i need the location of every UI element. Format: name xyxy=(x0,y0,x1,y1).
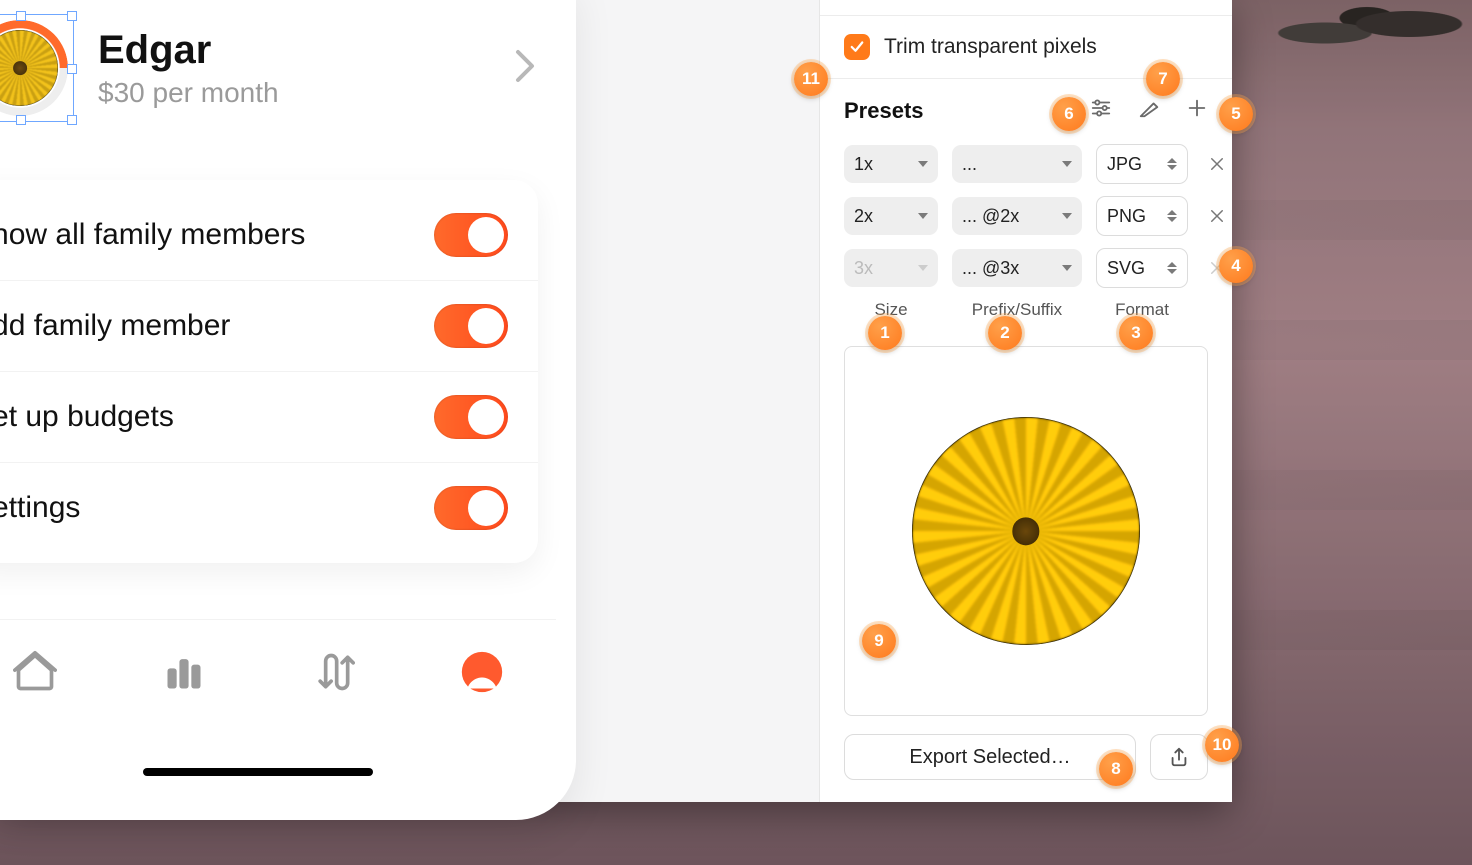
caret-icon xyxy=(918,265,928,271)
callout-3: 3 xyxy=(1119,316,1153,350)
caret-icon xyxy=(1062,161,1072,167)
chevron-right-icon[interactable] xyxy=(514,48,536,89)
format-value: JPG xyxy=(1107,154,1142,175)
suffix-select[interactable]: ... @3x xyxy=(952,249,1082,287)
export-label: Export Selected… xyxy=(909,746,1070,769)
format-value: SVG xyxy=(1107,258,1145,279)
tab-stats[interactable] xyxy=(162,650,206,699)
setting-show-all-family[interactable]: Show all family members xyxy=(0,190,538,280)
resize-handle[interactable] xyxy=(67,11,77,21)
size-value: 2x xyxy=(854,206,873,227)
export-selected-button[interactable]: Export Selected… xyxy=(844,734,1136,780)
selection-outline xyxy=(0,14,74,122)
design-tool-window: Edgar $30 per month Show all family memb… xyxy=(0,0,1232,802)
share-button[interactable] xyxy=(1150,734,1208,780)
toggle[interactable] xyxy=(434,395,508,439)
suffix-value: ... xyxy=(962,154,977,175)
format-value: PNG xyxy=(1107,206,1146,227)
trim-checkbox[interactable] xyxy=(844,34,870,60)
caret-icon xyxy=(918,161,928,167)
profile-name: Edgar xyxy=(98,28,279,73)
selected-avatar[interactable] xyxy=(0,20,68,116)
export-preview xyxy=(844,346,1208,716)
canvas[interactable]: Edgar $30 per month Show all family memb… xyxy=(0,0,820,802)
resize-handle[interactable] xyxy=(67,64,77,74)
toggle[interactable] xyxy=(434,304,508,348)
profile-row[interactable]: Edgar $30 per month xyxy=(0,0,576,138)
callout-7: 7 xyxy=(1146,62,1180,96)
remove-row-button[interactable] xyxy=(1202,155,1232,173)
format-select[interactable]: SVG xyxy=(1096,248,1188,288)
setting-label: Settings xyxy=(0,491,80,525)
inspector-panel: Trim transparent pixels Presets xyxy=(819,0,1232,802)
home-indicator xyxy=(143,768,373,776)
callout-8: 8 xyxy=(1099,752,1133,786)
phone-artboard: Edgar $30 per month Show all family memb… xyxy=(0,0,576,820)
settings-card: Show all family members Add family membe… xyxy=(0,180,538,563)
stepper-icon xyxy=(1167,158,1177,170)
resize-handle[interactable] xyxy=(16,115,26,125)
tab-transfers[interactable] xyxy=(311,650,355,699)
suffix-select[interactable]: ... @2x xyxy=(952,197,1082,235)
size-select[interactable]: 2x xyxy=(844,197,938,235)
callout-4: 4 xyxy=(1219,249,1253,283)
preset-row: 1x ... JPG xyxy=(844,144,1208,184)
format-select[interactable]: PNG xyxy=(1096,196,1188,236)
callout-2: 2 xyxy=(988,316,1022,350)
suffix-value: ... @2x xyxy=(962,206,1019,227)
size-value: 3x xyxy=(854,258,873,279)
preset-rows: 1x ... JPG 2x ... @2x PNG 3x ... @3x SVG xyxy=(820,132,1232,300)
stepper-icon xyxy=(1167,262,1177,274)
trim-label: Trim transparent pixels xyxy=(884,35,1097,59)
setting-label: Set up budgets xyxy=(0,400,174,434)
callout-6: 6 xyxy=(1052,97,1086,131)
size-value: 1x xyxy=(854,154,873,175)
suffix-select[interactable]: ... xyxy=(952,145,1082,183)
preset-row: 3x ... @3x SVG xyxy=(844,248,1208,288)
sliders-icon[interactable] xyxy=(1090,97,1112,124)
callout-1: 1 xyxy=(868,316,902,350)
size-select[interactable]: 3x xyxy=(844,249,938,287)
callout-9: 9 xyxy=(862,624,896,658)
resize-handle[interactable] xyxy=(16,11,26,21)
remove-row-button[interactable] xyxy=(1202,207,1232,225)
preview-avatar xyxy=(876,381,1176,681)
caret-icon xyxy=(1062,213,1072,219)
plus-icon[interactable] xyxy=(1186,97,1208,124)
caret-icon xyxy=(918,213,928,219)
tab-profile[interactable] xyxy=(460,650,504,699)
tab-bar xyxy=(0,619,556,790)
callout-10: 10 xyxy=(1205,728,1239,762)
suffix-value: ... @3x xyxy=(962,258,1019,279)
resize-handle[interactable] xyxy=(67,115,77,125)
setting-label: Add family member xyxy=(0,309,230,343)
setting-settings[interactable]: Settings xyxy=(0,462,538,553)
profile-price: $30 per month xyxy=(98,77,279,109)
size-select[interactable]: 1x xyxy=(844,145,938,183)
label-prefix-suffix: Prefix/Suffix xyxy=(952,300,1082,320)
format-select[interactable]: JPG xyxy=(1096,144,1188,184)
setting-label: Show all family members xyxy=(0,218,305,252)
export-bar: Export Selected… xyxy=(820,716,1232,802)
setting-add-family[interactable]: Add family member xyxy=(0,280,538,371)
preset-row: 2x ... @2x PNG xyxy=(844,196,1208,236)
toggle[interactable] xyxy=(434,486,508,530)
setting-budgets[interactable]: Set up budgets xyxy=(0,371,538,462)
tab-home[interactable] xyxy=(13,650,57,699)
callout-5: 5 xyxy=(1219,97,1253,131)
presets-title: Presets xyxy=(844,98,924,124)
knife-icon[interactable] xyxy=(1138,97,1160,124)
caret-icon xyxy=(1062,265,1072,271)
callout-11: 11 xyxy=(794,62,828,96)
stepper-icon xyxy=(1167,210,1177,222)
toggle[interactable] xyxy=(434,213,508,257)
